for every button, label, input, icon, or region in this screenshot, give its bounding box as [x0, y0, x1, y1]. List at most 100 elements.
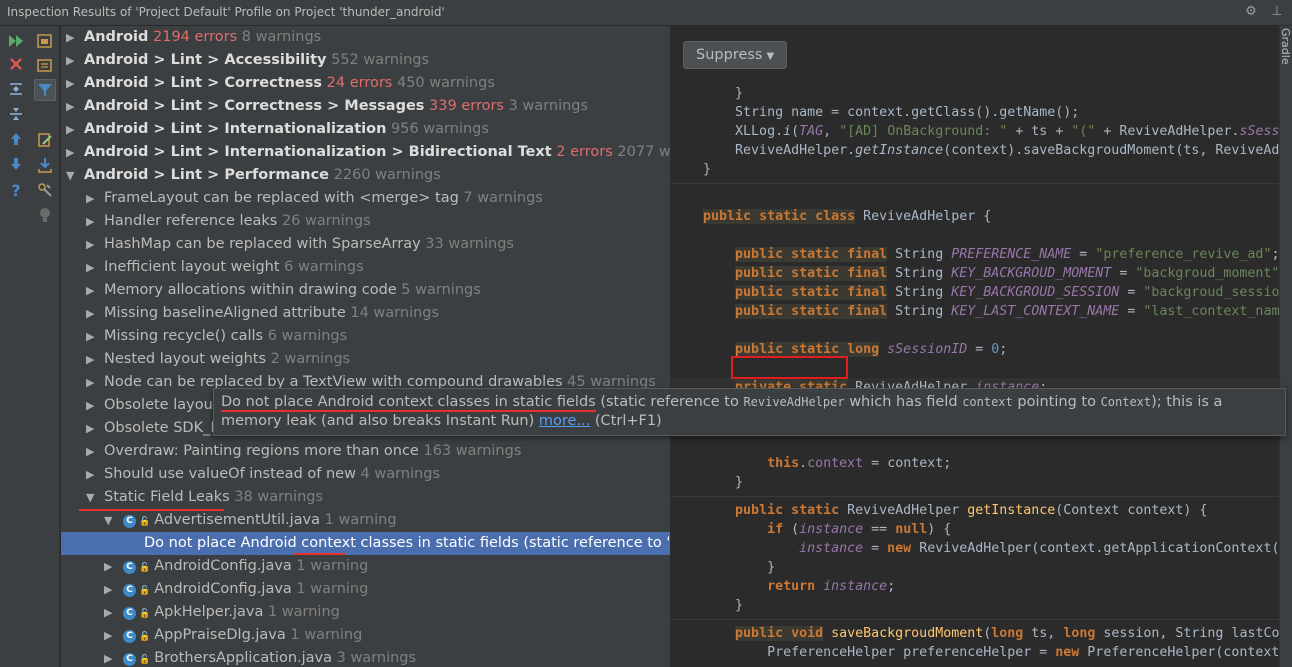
- tree-row[interactable]: ▶ Missing baselineAligned attribute 14 wa…: [61, 302, 670, 325]
- expand-arrow-icon[interactable]: ▶: [66, 118, 78, 141]
- tree-row[interactable]: ▶ Android > Lint > Correctness 24 errors …: [61, 72, 670, 95]
- edit-settings-icon[interactable]: [34, 129, 56, 151]
- code-line[interactable]: }: [671, 596, 1279, 615]
- expand-arrow-icon[interactable]: ▶: [86, 371, 98, 394]
- tree-row[interactable]: ▶ Overdraw: Painting regions more than on…: [61, 440, 670, 463]
- expand-arrow-icon[interactable]: ▶: [86, 463, 98, 486]
- group-by-icon[interactable]: [34, 30, 56, 52]
- expand-arrow-icon[interactable]: ▶: [66, 26, 78, 49]
- tree-file-row[interactable]: ▶ C 🔓 BrothersApplication.java 3 warnings: [61, 647, 670, 667]
- bulb-icon[interactable]: [34, 204, 56, 226]
- expand-arrow-icon[interactable]: ▶: [86, 233, 98, 256]
- rerun-icon[interactable]: [5, 30, 27, 52]
- previous-icon[interactable]: [5, 128, 27, 150]
- expand-arrow-icon[interactable]: ▶: [86, 325, 98, 348]
- expand-arrow-icon[interactable]: ▶: [86, 279, 98, 302]
- tree-row[interactable]: ▶ Android > Lint > Accessibility 552 warn…: [61, 49, 670, 72]
- code-line[interactable]: String name = context.getClass().getName…: [671, 103, 1279, 122]
- code-line[interactable]: XLLog.i(TAG, "[AD] OnBackground: " + ts …: [671, 122, 1279, 141]
- more-link[interactable]: more...: [539, 413, 590, 429]
- expand-arrow-icon[interactable]: ▶: [86, 302, 98, 325]
- help-icon[interactable]: ?: [5, 179, 27, 201]
- code-line[interactable]: public static final String PREFERENCE_NA…: [671, 245, 1279, 264]
- expand-arrow-icon[interactable]: ▶: [66, 49, 78, 72]
- code-line[interactable]: }: [671, 160, 1279, 179]
- tree-file-row[interactable]: ▶ C 🔓 AndroidConfig.java 1 warning: [61, 578, 670, 601]
- code-line[interactable]: PreferenceHelper preferenceHelper = new …: [671, 643, 1279, 662]
- code-line[interactable]: instance = new ReviveAdHelper(context.ge…: [671, 539, 1279, 558]
- export-icon[interactable]: [34, 154, 56, 176]
- pin-icon[interactable]: ⊥: [1268, 3, 1286, 21]
- expand-all-icon[interactable]: [5, 78, 27, 100]
- tree-row[interactable]: ▶ Android > Lint > Correctness > Messages…: [61, 95, 670, 118]
- tree-file-row[interactable]: ▶ C 🔓 ApkHelper.java 1 warning: [61, 601, 670, 624]
- collapse-arrow-icon[interactable]: ▼: [66, 164, 78, 187]
- code-line[interactable]: [671, 226, 1279, 245]
- tree-file-row[interactable]: ▶ C 🔓 AppPraiseDlg.java 1 warning: [61, 624, 670, 647]
- suppress-button[interactable]: Suppress ▼: [683, 41, 788, 69]
- code-line[interactable]: public static ReviveAdHelper getInstance…: [671, 501, 1279, 520]
- expand-arrow-icon[interactable]: ▶: [104, 624, 116, 647]
- tools-icon[interactable]: [34, 179, 56, 201]
- code-line[interactable]: public static final String KEY_BACKGROUD…: [671, 283, 1279, 302]
- expand-arrow-icon[interactable]: ▶: [66, 141, 78, 164]
- code-line[interactable]: ReviveAdHelper.getInstance(context).save…: [671, 141, 1279, 160]
- close-icon[interactable]: [5, 53, 27, 75]
- code-line[interactable]: public static final String KEY_LAST_CONT…: [671, 302, 1279, 321]
- filter-icon[interactable]: [34, 79, 56, 101]
- expand-arrow-icon[interactable]: ▶: [86, 440, 98, 463]
- tree-problem-row[interactable]: Do not place Android context classes in …: [61, 532, 670, 555]
- code-line[interactable]: public static class ReviveAdHelper {: [671, 207, 1279, 226]
- next-icon[interactable]: [5, 153, 27, 175]
- tree-row[interactable]: ▶ HashMap can be replaced with SparseArra…: [61, 233, 670, 256]
- tree-row[interactable]: ▶ Handler reference leaks 26 warnings: [61, 210, 670, 233]
- expand-arrow-icon[interactable]: ▶: [86, 210, 98, 233]
- collapse-all-icon[interactable]: [5, 103, 27, 125]
- tree-row[interactable]: ▶ Memory allocations within drawing code …: [61, 279, 670, 302]
- tree-row[interactable]: ▶ FrameLayout can be replaced with <merge…: [61, 187, 670, 210]
- tree-row[interactable]: ▶ Android > Lint > Internationalization >…: [61, 141, 670, 164]
- code-line[interactable]: [671, 188, 1279, 207]
- expand-arrow-icon[interactable]: ▶: [104, 601, 116, 624]
- tree-row[interactable]: ▶ Android 2194 errors 8 warnings: [61, 26, 670, 49]
- tree-file-row[interactable]: ▶ C 🔓 AndroidConfig.java 1 warning: [61, 555, 670, 578]
- tree-row-text: Android: [84, 29, 149, 45]
- window-title: Inspection Results of 'Project Default' …: [7, 5, 445, 19]
- tree-row-text: Nested layout weights: [104, 351, 267, 367]
- gear-icon[interactable]: ⚙: [1242, 3, 1260, 21]
- expand-arrow-icon[interactable]: ▶: [86, 256, 98, 279]
- tree-row[interactable]: ▶ Inefficient layout weight 6 warnings: [61, 256, 670, 279]
- expand-arrow-icon[interactable]: ▶: [66, 95, 78, 118]
- expand-arrow-icon[interactable]: ▶: [66, 72, 78, 95]
- expand-arrow-icon[interactable]: ▶: [104, 578, 116, 601]
- code-line[interactable]: }: [671, 84, 1279, 103]
- code-line[interactable]: [671, 435, 1279, 454]
- inspection-results-tree[interactable]: ▶ Android 2194 errors 8 warnings ▶ Android …: [61, 26, 670, 667]
- tree-row[interactable]: ▶ Android > Lint > Internationalization 9…: [61, 118, 670, 141]
- expand-arrow-icon[interactable]: ▶: [86, 394, 98, 417]
- code-line[interactable]: this.context = context;: [671, 454, 1279, 473]
- code-line[interactable]: return instance;: [671, 577, 1279, 596]
- expand-arrow-icon[interactable]: ▶: [86, 348, 98, 371]
- tree-row[interactable]: ▼ Android > Lint > Performance 2260 warni…: [61, 164, 670, 187]
- collapse-arrow-icon[interactable]: ▼: [86, 486, 98, 509]
- code-line[interactable]: public static final String KEY_BACKGROUD…: [671, 264, 1279, 283]
- group-files-icon[interactable]: [34, 54, 56, 76]
- expand-arrow-icon[interactable]: ▶: [104, 647, 116, 667]
- expand-arrow-icon[interactable]: ▶: [104, 555, 116, 578]
- tree-row[interactable]: ▶ Missing recycle() calls 6 warnings: [61, 325, 670, 348]
- collapse-arrow-icon[interactable]: ▼: [104, 509, 116, 532]
- expand-arrow-icon[interactable]: ▶: [86, 417, 98, 440]
- tree-file-row[interactable]: ▼ C 🔓 AdvertisementUtil.java 1 warning: [61, 509, 670, 532]
- code-line[interactable]: }: [671, 558, 1279, 577]
- code-line[interactable]: [671, 321, 1279, 340]
- expand-arrow-icon[interactable]: ▶: [86, 187, 98, 210]
- tree-row[interactable]: ▼ Static Field Leaks 38 warnings: [61, 486, 670, 509]
- gradle-tab[interactable]: Gradle: [1279, 28, 1292, 68]
- code-line[interactable]: public void saveBackgroudMoment(long ts,…: [671, 624, 1279, 643]
- code-line[interactable]: }: [671, 473, 1279, 492]
- tree-row[interactable]: ▶ Should use valueOf instead of new 4 war…: [61, 463, 670, 486]
- code-line[interactable]: if (instance == null) {: [671, 520, 1279, 539]
- tree-row[interactable]: ▶ Nested layout weights 2 warnings: [61, 348, 670, 371]
- method-separator: [671, 619, 1279, 620]
